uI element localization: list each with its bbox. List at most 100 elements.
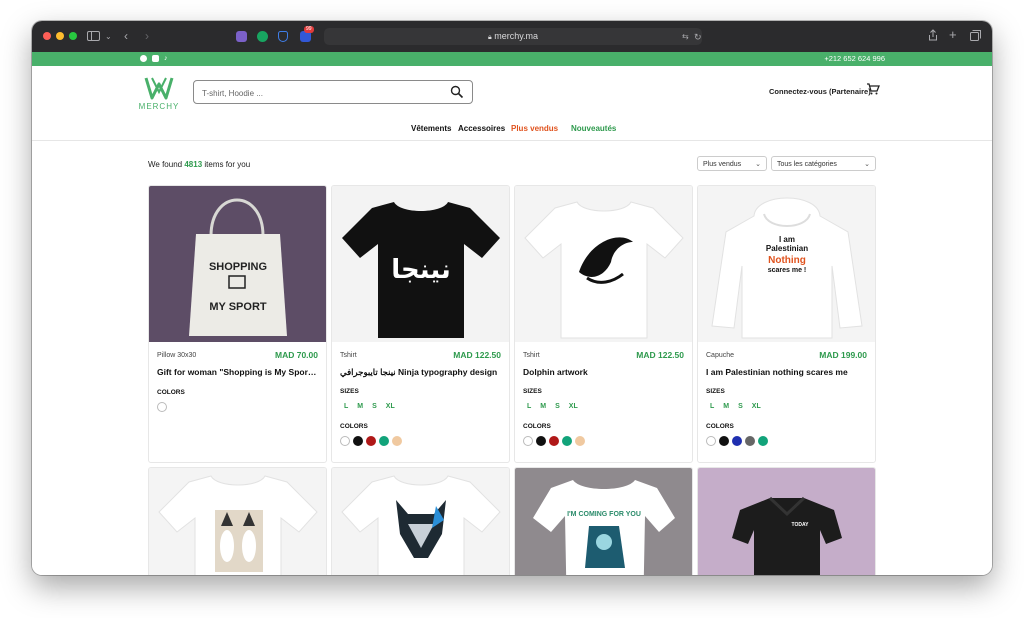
instagram-icon[interactable] [152, 55, 159, 62]
color-swatch-green[interactable] [379, 436, 389, 446]
search-icon[interactable] [450, 85, 464, 99]
product-title[interactable]: I am Palestinian nothing scares me [706, 367, 868, 377]
colors-label: COLORS [523, 423, 551, 430]
product-category: Tshirt [523, 352, 540, 359]
size-option[interactable]: M [357, 403, 363, 410]
product-card[interactable]: TODAY [697, 467, 876, 575]
product-image[interactable]: TODAY [698, 468, 875, 575]
color-swatch-blue[interactable] [732, 436, 742, 446]
color-swatch-black[interactable] [353, 436, 363, 446]
color-swatch-green[interactable] [562, 436, 572, 446]
product-card[interactable]: I am Palestinian Nothing scares me ! Cap… [697, 185, 876, 463]
product-card[interactable]: Tshirt MAD 122.50 Dolphin artwork SIZES … [514, 185, 693, 463]
color-swatch-red[interactable] [366, 436, 376, 446]
zoom-window-button[interactable] [69, 32, 77, 40]
product-image[interactable] [149, 468, 326, 575]
chevron-down-icon: ⌄ [864, 161, 870, 168]
product-image[interactable]: نينجا [332, 186, 509, 342]
back-icon[interactable]: ‹ [124, 30, 128, 42]
size-option[interactable]: XL [752, 403, 761, 410]
search-box[interactable] [193, 80, 473, 104]
color-swatch-white[interactable] [157, 402, 167, 412]
color-swatch-beige[interactable] [392, 436, 402, 446]
nav-nouveautes[interactable]: Nouveautés [571, 124, 616, 133]
product-card[interactable] [331, 467, 510, 575]
size-option[interactable]: L [527, 403, 531, 410]
tote-print-line2: MY SPORT [209, 301, 267, 313]
color-swatch-black[interactable] [719, 436, 729, 446]
product-image[interactable] [515, 186, 692, 342]
product-card[interactable]: SHOPPING MY SPORT Pillow 30x30 MAD 70.00… [148, 185, 327, 463]
nav-vetements[interactable]: Vêtements [411, 124, 451, 133]
product-category: Pillow 30x30 [157, 352, 197, 359]
product-title[interactable]: Gift for woman "Shopping is My Sport "..… [157, 367, 319, 377]
login-link[interactable]: Connectez-vous (Partenaire) [769, 87, 871, 96]
phone-number[interactable]: +212 652 624 996 [824, 52, 885, 66]
colors-label: COLORS [340, 423, 368, 430]
size-option[interactable]: S [372, 403, 377, 410]
sort-select-value: Plus vendus [703, 161, 742, 168]
product-card[interactable]: نينجا Tshirt MAD 122.50 نينجا تايبوجرافي… [331, 185, 510, 463]
product-price: MAD 70.00 [275, 350, 318, 360]
reload-icon[interactable]: ↻ [694, 31, 702, 43]
color-swatch-black[interactable] [536, 436, 546, 446]
close-window-button[interactable] [43, 32, 51, 40]
logo-text: MERCHY [138, 102, 180, 111]
size-option[interactable]: M [540, 403, 546, 410]
size-option[interactable]: M [723, 403, 729, 410]
color-swatches [340, 436, 405, 454]
ninja-print: نينجا [391, 255, 451, 285]
color-swatch-green[interactable] [758, 436, 768, 446]
category-select[interactable]: Tous les catégories ⌄ [771, 156, 876, 171]
product-image[interactable]: I am Palestinian Nothing scares me ! [698, 186, 875, 342]
sort-select[interactable]: Plus vendus ⌄ [697, 156, 767, 171]
category-select-value: Tous les catégories [777, 161, 837, 168]
size-option[interactable]: XL [386, 403, 395, 410]
browser-window: ⌄ ‹ › 99 🔒︎ merchy.ma ⇆ ↻ + ♪ +212 652 6… [32, 21, 992, 575]
grammarly-icon[interactable] [257, 31, 268, 42]
color-swatch-grey[interactable] [745, 436, 755, 446]
chevron-down-icon: ⌄ [755, 161, 761, 168]
product-category: Capuche [706, 352, 735, 359]
color-swatch-beige[interactable] [575, 436, 585, 446]
new-tab-icon[interactable]: + [949, 28, 957, 41]
color-swatch-white[interactable] [523, 436, 533, 446]
shield-icon[interactable] [278, 31, 288, 42]
forward-icon[interactable]: › [145, 30, 149, 42]
product-title[interactable]: نينجا تايبوجرافي Ninja typography design [340, 367, 502, 378]
color-swatch-white[interactable] [340, 436, 350, 446]
nav-accessoires[interactable]: Accessoires [458, 124, 505, 133]
size-option[interactable]: L [344, 403, 348, 410]
nav-plus-vendus[interactable]: Plus vendus [511, 124, 558, 133]
facebook-icon[interactable] [140, 55, 147, 62]
product-card[interactable]: I'M COMING FOR YOU [514, 467, 693, 575]
product-title[interactable]: Dolphin artwork [523, 367, 685, 377]
tote-print-line1: SHOPPING [209, 261, 267, 273]
hoodie-print-line3: Nothing [768, 255, 806, 266]
color-swatch-red[interactable] [549, 436, 559, 446]
sizes-label: SIZES [706, 388, 725, 395]
size-option[interactable]: S [738, 403, 743, 410]
product-card[interactable] [148, 467, 327, 575]
tiktok-icon[interactable]: ♪ [164, 55, 171, 62]
search-input[interactable] [200, 84, 444, 102]
sidebar-toggle-icon[interactable] [87, 30, 100, 45]
size-option[interactable]: S [555, 403, 560, 410]
product-image[interactable] [332, 468, 509, 575]
color-swatch-white[interactable] [706, 436, 716, 446]
translate-icon[interactable]: ⇆ [682, 31, 689, 43]
chevron-down-icon[interactable]: ⌄ [105, 31, 112, 43]
results-prefix: We found [148, 160, 183, 169]
share-icon[interactable] [928, 29, 938, 44]
size-option[interactable]: XL [569, 403, 578, 410]
product-image[interactable]: SHOPPING MY SPORT [149, 186, 326, 342]
address-bar[interactable]: 🔒︎ merchy.ma [324, 28, 702, 45]
tab-overview-icon[interactable] [970, 30, 981, 44]
product-image[interactable]: I'M COMING FOR YOU [515, 468, 692, 575]
url-text: merchy.ma [494, 31, 539, 41]
product-price: MAD 122.50 [453, 350, 501, 360]
extension-icon[interactable] [236, 31, 247, 42]
cart-icon[interactable] [866, 82, 880, 96]
minimize-window-button[interactable] [56, 32, 64, 40]
size-option[interactable]: L [710, 403, 714, 410]
